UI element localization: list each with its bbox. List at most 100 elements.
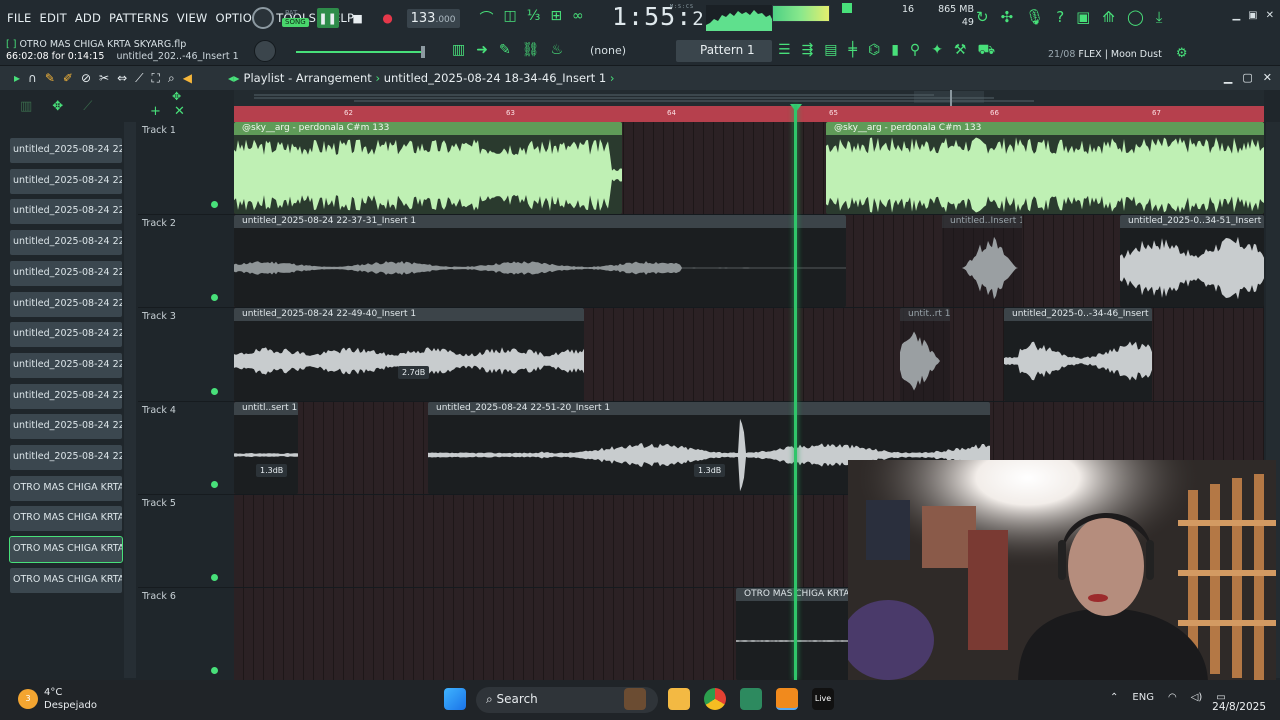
playback-tool-icon[interactable]: ◀ [183, 71, 192, 86]
fl-studio-icon[interactable] [776, 688, 798, 710]
audio-clip[interactable]: untitled_2025-08-24 22-37-31_Insert 1 [234, 215, 846, 308]
clip-title[interactable]: untitled_2025-08-24 22-49-40_Insert 1 [234, 308, 584, 322]
audio-clip[interactable]: @sky__arg - perdonala C#m 133 [234, 122, 622, 215]
playlist-icon[interactable]: ☰ [778, 42, 791, 60]
track-header[interactable]: Track 4 [138, 401, 234, 495]
track-lane[interactable]: @sky__arg - perdonala C#m 133 @sky__arg -… [234, 122, 1264, 216]
record-button[interactable]: ● [377, 8, 399, 28]
news-ticker[interactable]: 21/08 FLEX | Moon Dust ⚙ [1048, 46, 1187, 61]
countdown-icon[interactable]: ⅓ [527, 8, 541, 28]
arrow-icon[interactable]: ➜ [476, 42, 488, 58]
clip-title[interactable]: untitled_2025-0..34-51_Insert 1 [1120, 215, 1264, 229]
tray-expand-icon[interactable]: ⌃ [1110, 692, 1118, 703]
snap-icon[interactable]: ✥ [172, 90, 181, 103]
track-active-led[interactable] [211, 294, 218, 302]
taskbar-clock[interactable]: 24/8/2025 [1212, 686, 1266, 714]
track-header[interactable]: Track 5 [138, 494, 234, 588]
audio-clip[interactable]: untitled..Insert 1 [942, 215, 1022, 308]
browser-item[interactable]: OTRO MAS CHIGA KRTA SKY... [10, 506, 122, 532]
wand-icon[interactable]: ✦ [931, 42, 943, 60]
obs-icon[interactable] [740, 688, 762, 710]
cart-icon[interactable]: ⛟ [977, 42, 995, 60]
audio-clip[interactable]: untitl..sert 1 [234, 401, 298, 494]
link-icon[interactable]: ⛓ [522, 42, 540, 58]
browser-item[interactable]: untitled_2025-08-24 22-... [10, 230, 122, 256]
browser-waveform-icon[interactable]: ▥ [20, 99, 32, 114]
volume-icon[interactable]: ◁) [1191, 692, 1203, 703]
chrome-icon[interactable] [704, 688, 726, 710]
browser-scrollbar[interactable] [124, 122, 136, 678]
audio-clip[interactable]: untitled_2025-0..-34-46_Insert 1 [1004, 308, 1152, 401]
magnet-icon[interactable]: ∩ [28, 71, 37, 86]
pat-song-toggle[interactable]: PAT SONG [282, 9, 309, 27]
browser-icon[interactable]: ⌬ [868, 42, 880, 60]
browser-item[interactable]: untitled_2025-08-24 22-... [10, 352, 122, 378]
menu-edit[interactable]: EDIT [39, 11, 66, 25]
browser-item[interactable]: OTRO MAS CHIGA KRTA SKY... [10, 475, 122, 501]
track-active-led[interactable] [211, 201, 218, 209]
track-header[interactable]: Track 3 [138, 308, 234, 402]
playlist-close-icon[interactable]: ✕ [1263, 71, 1272, 84]
ableton-live-icon[interactable]: Live [812, 688, 834, 710]
stop-button[interactable]: ■ [347, 8, 369, 28]
browser-item[interactable]: untitled_2025-08-24 22-... [10, 445, 122, 470]
pencil-icon[interactable]: ✎ [499, 42, 511, 58]
start-icon[interactable] [444, 688, 466, 710]
step-edit-icon[interactable]: ⊞ [550, 8, 562, 28]
mixer-icon[interactable]: ▤ [824, 42, 837, 60]
microphone-icon[interactable]: 🎙 [1025, 8, 1044, 26]
snap-selector[interactable]: (none) [590, 44, 626, 57]
playlist-overview[interactable] [234, 90, 1264, 106]
audio-clip[interactable]: untitled_2025-08-24 22-49-40_Insert 1 [234, 308, 584, 401]
help-icon[interactable]: ? [1056, 8, 1064, 26]
track-header[interactable]: Track 1 [138, 122, 234, 216]
browser-item[interactable]: untitled_2025-08-24 22-... [10, 322, 122, 348]
minimize-icon[interactable]: ▁ [1232, 10, 1240, 21]
track-active-led[interactable] [211, 387, 218, 395]
menu-file[interactable]: FILE [7, 11, 31, 25]
stamp-icon[interactable]: ♨ [550, 42, 563, 58]
clip-title[interactable]: untitl..sert 1 [234, 401, 298, 415]
clip-title[interactable]: @sky__arg - perdonala C#m 133 [826, 122, 1264, 135]
track-active-led[interactable] [211, 480, 218, 488]
piano-roll-icon[interactable]: ▥ [452, 42, 465, 58]
browser-item[interactable]: untitled_2025-08-24 22-... [10, 291, 122, 317]
mute-tool-icon[interactable]: ✂ [99, 71, 109, 86]
remove-icon[interactable]: ✕ [174, 104, 185, 119]
master-pitch-knob[interactable] [254, 40, 276, 62]
menu-patterns[interactable]: PATTERNS [109, 11, 169, 25]
audio-clip[interactable]: untit..rt 1 [900, 308, 950, 401]
time-display[interactable]: 1:55 M:S:CS:22 [612, 2, 717, 31]
clip-title[interactable]: untitled_2025-08-24 22-51-20_Insert 1 [428, 401, 990, 415]
browser-item[interactable]: untitled_2025-08-24 22-... [10, 138, 122, 163]
zoom-tool-icon[interactable]: ⌕ [168, 71, 175, 86]
tool-icon[interactable]: ⚒ [954, 42, 967, 60]
track-active-led[interactable] [211, 667, 218, 675]
loop-record-icon[interactable]: ∞ [572, 8, 584, 28]
track-header[interactable]: Track 2 [138, 215, 234, 309]
select-tool-icon[interactable]: ⛶ [152, 71, 160, 86]
delete-tool-icon[interactable]: ⊘ [81, 71, 91, 86]
tempo-display[interactable]: 133.000 [406, 8, 460, 28]
playlist-maximize-icon[interactable]: ▢ [1242, 71, 1252, 84]
close-icon[interactable]: ✕ [1266, 10, 1274, 21]
tools-icon[interactable]: ✣ [1001, 8, 1014, 26]
piano-icon[interactable]: ╪ [849, 42, 857, 60]
clip-title[interactable]: untitled_2025-0..-34-46_Insert 1 [1004, 308, 1152, 322]
browser-item[interactable]: untitled_2025-08-24 22-... [10, 168, 122, 194]
browser-item[interactable]: untitled_2025-08-24 22-... [10, 414, 122, 440]
menu-view[interactable]: VIEW [177, 11, 208, 25]
settings-icon[interactable]: ⚙ [1176, 46, 1188, 61]
track-active-led[interactable] [211, 573, 218, 581]
slip-tool-icon[interactable]: ⇔ [117, 71, 127, 86]
playlist-minimize-icon[interactable]: ▁ [1224, 71, 1232, 84]
master-volume-slider[interactable] [296, 46, 425, 58]
track-lane[interactable]: untitled_2025-08-24 22-37-31_Insert 1 unt… [234, 215, 1264, 309]
weather-widget[interactable]: 3 4°C Despejado [18, 686, 97, 712]
playhead[interactable] [794, 105, 797, 680]
chat-icon[interactable]: ◯ [1127, 8, 1144, 26]
clip-title[interactable]: untitled_2025-08-24 22-37-31_Insert 1 [234, 215, 846, 229]
browser-item[interactable]: untitled_2025-08-24 22-... [10, 383, 122, 409]
timeline-ruler[interactable]: 62 63 64 65 66 67 [234, 106, 1264, 122]
clip-title[interactable]: untitled..Insert 1 [942, 215, 1022, 229]
